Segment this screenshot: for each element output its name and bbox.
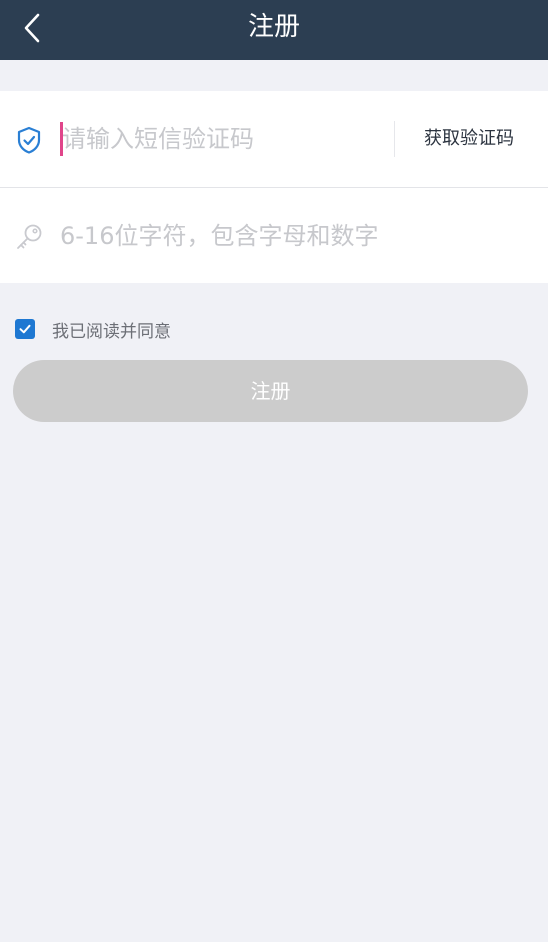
text-cursor [60,122,63,156]
header-bar: 注册 [0,0,548,60]
shield-check-icon [17,126,41,154]
page-title: 注册 [247,12,300,42]
password-input[interactable] [60,216,500,256]
password-row [0,187,548,283]
sms-code-row: 获取验证码 [0,91,548,187]
agreement-row: 我已阅读并同意 [15,318,171,342]
checkmark-icon [19,324,31,334]
key-icon [17,224,42,249]
register-form: 获取验证码 [0,91,548,283]
register-page: 注册 获取验证码 [0,0,548,942]
get-code-button[interactable]: 获取验证码 [410,123,528,155]
divider [394,121,395,157]
agreement-checkbox[interactable] [15,319,35,339]
register-button[interactable]: 注册 [13,360,528,422]
agreement-label: 我已阅读并同意 [52,321,171,342]
sms-code-input[interactable] [62,119,382,159]
